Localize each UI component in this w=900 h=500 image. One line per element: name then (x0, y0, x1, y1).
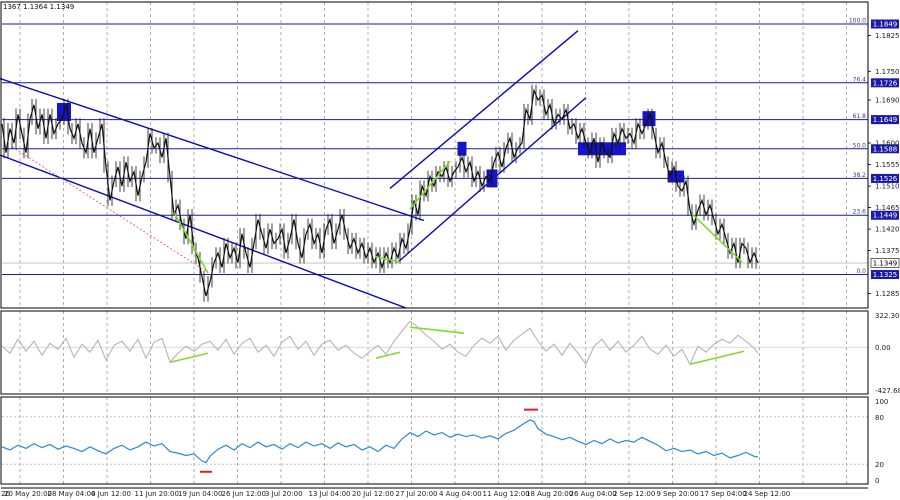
cci-tick-label: 0.00 (875, 344, 891, 352)
cci-divergence-line (375, 351, 401, 360)
cci-divergence-line (409, 326, 465, 335)
time-tick-label: 4 Aug 04:00 (439, 490, 482, 498)
cci-tick-label: 322.3074 (875, 312, 900, 320)
price-tick-label: 1.1510 (875, 183, 900, 191)
price-tick-label: 1.1555 (875, 161, 900, 169)
time-tick-label: 13 Jul 04:00 (309, 490, 351, 498)
fib-level-label: 23.6 (853, 209, 867, 216)
ohlc-readout: 1367 1.1364 1.1349 (3, 3, 74, 11)
fib-level-label: 50.0 (853, 142, 867, 149)
fib-level-label: 76.4 (853, 76, 867, 83)
forex-chart-window: 100.0 76.4 61.8 50.0 38.2 23.6 0.0 1.1849 1.172… (0, 0, 900, 500)
price-tick-label: 1.1285 (875, 290, 900, 298)
time-tick-label: 28 May 04:00 (48, 490, 96, 498)
price-divergence-line (691, 213, 743, 263)
fib-level-label: 38.2 (853, 172, 867, 179)
rsi-line (1, 419, 759, 464)
time-tick-label: 4 Jun 12:00 (91, 490, 131, 498)
level-markers (57, 102, 684, 188)
rsi-tick-label: 80 (875, 414, 884, 422)
time-tick-label: 11 Aug 12:00 (483, 490, 530, 498)
rsi-tick-label: 20 (875, 461, 884, 469)
price-divergence-line (409, 160, 451, 210)
fib-level-label: 61.8 (853, 113, 867, 120)
fib-price-label: 1.1449 (873, 212, 898, 220)
time-tick-label: 2 Sep 12:00 (613, 490, 655, 498)
price-tick-label: 1.1465 (875, 204, 900, 212)
time-tick-label: 18 Aug 20:00 (526, 490, 573, 498)
price-tick-label: 1.1420 (875, 226, 900, 234)
price-tick-label: 1.1825 (875, 32, 900, 40)
time-tick-label: 19 Jun 04:00 (178, 490, 222, 498)
panel-frames (0, 1, 869, 489)
time-tick-label: 11 Jun 20:00 (135, 490, 179, 498)
time-tick-label: 27 Jul 20:00 (396, 490, 438, 498)
time-tick-label: 20 Jul 12:00 (352, 490, 394, 498)
up-channel-upper (389, 30, 579, 190)
rsi-tick-label: 100 (875, 398, 888, 406)
fibonacci-levels: 100.0 76.4 61.8 50.0 38.2 23.6 0.0 (2, 17, 868, 276)
price-tick-label: 1.1600 (875, 140, 900, 148)
chart-canvas: 100.0 76.4 61.8 50.0 38.2 23.6 0.0 1.1849 1.172… (0, 1, 900, 498)
time-tick-label: 24 Sep 12:00 (744, 490, 791, 498)
rsi-tick-label: 0 (875, 477, 879, 485)
time-tick-label: 3 Jul 20:00 (265, 490, 303, 498)
marker-box (457, 141, 467, 156)
time-tick-label: 17 Sep 04:00 (700, 490, 747, 498)
time-tick-label: 9 Sep 20:00 (657, 490, 699, 498)
rsi-indicator (1, 408, 868, 473)
cci-tick-label: -427.686 (875, 387, 900, 395)
fib-price-label: 1.1649 (873, 116, 898, 124)
time-axis: 2020 May 20:0028 May 04:004 Jun 12:00 11 … (1, 490, 790, 498)
fib-price-label: 1.1325 (873, 271, 898, 279)
price-tick-label: 1.1375 (875, 247, 900, 255)
panel-frame (0, 396, 869, 485)
cci-divergence-line (689, 350, 745, 366)
fib-price-label: 1.1726 (873, 79, 898, 87)
marker-box (642, 111, 656, 127)
fib-price-label: 1.1849 (873, 20, 898, 28)
last-price-label: 1.1349 (873, 260, 898, 268)
price-axis: 1.18491.17261.16491.15881.15261.14491.13… (868, 19, 900, 485)
time-tick-label: 26 Jun 12:00 (222, 490, 266, 498)
fib-level-label: 0.0 (856, 268, 866, 275)
price-tick-label: 1.1750 (875, 68, 900, 76)
fib-level-label: 100.0 (849, 17, 866, 24)
time-tick-label: 20 May 20:00 (4, 490, 52, 498)
cci-divergence-line (169, 352, 209, 364)
time-tick-label: 26 Aug 04:00 (570, 490, 617, 498)
cci-indicator (1, 320, 868, 366)
price-tick-label: 1.1690 (875, 97, 900, 105)
